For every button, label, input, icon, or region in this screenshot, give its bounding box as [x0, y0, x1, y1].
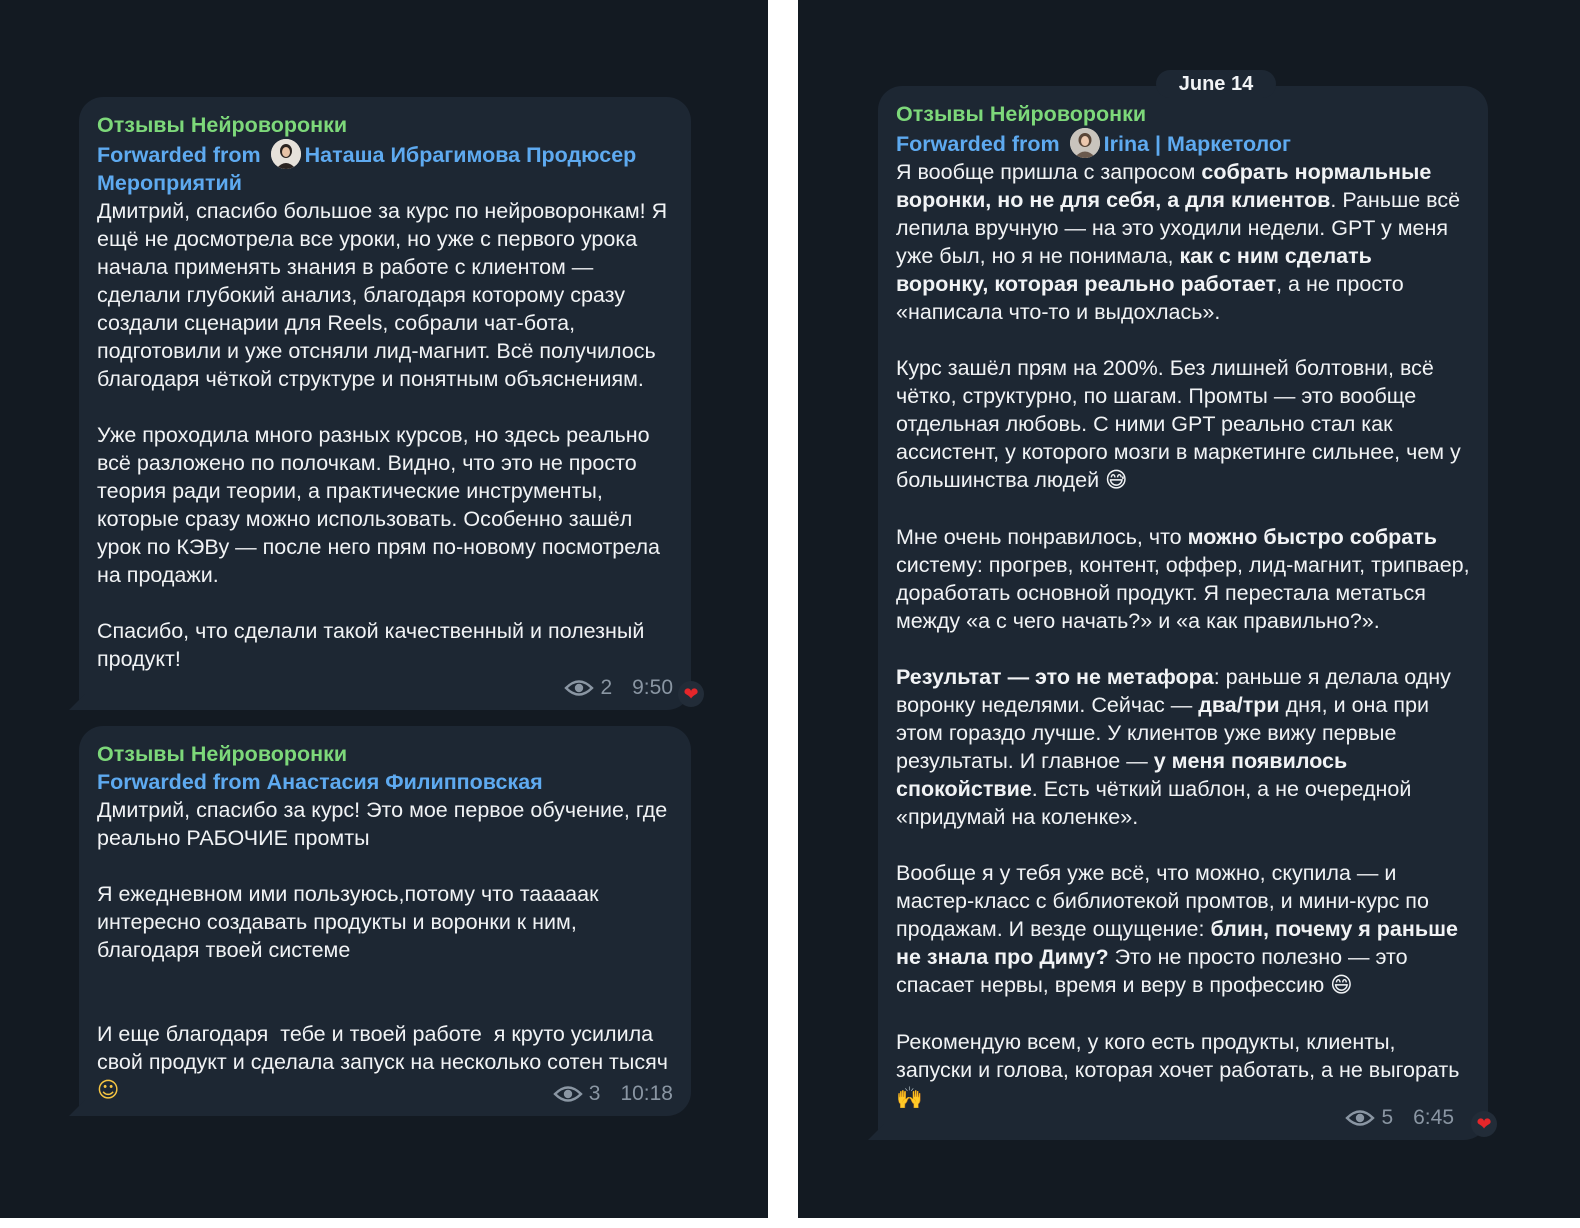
message-meta: 3 10:18 — [553, 1082, 673, 1106]
channel-name[interactable]: Отзывы Нейроворонки — [896, 100, 1470, 128]
grinning-face-emoji: 😄 — [1330, 973, 1353, 998]
eye-icon — [564, 680, 595, 696]
message-time: 6:45 — [1413, 1106, 1454, 1129]
message-paragraph: Я вообще пришла с запросом собрать норма… — [896, 158, 1470, 326]
channel-name[interactable]: Отзывы Нейроворонки — [97, 740, 673, 768]
message-paragraph: Дмитрий, спасибо большое за курс по нейр… — [97, 199, 674, 391]
date-separator: June 14 — [1156, 70, 1276, 98]
message-meta: 5 6:45 — [1345, 1106, 1454, 1130]
forwarded-prefix: Forwarded from — [97, 770, 261, 794]
message-text: Я вообще пришла с запросом — [896, 160, 1202, 184]
view-count: 3 — [588, 1082, 601, 1105]
message-paragraph: Мне очень понравилось, что можно быстро … — [896, 523, 1470, 635]
chat-panel-left[interactable]: Отзывы Нейроворонки Forwarded from Наташ… — [0, 0, 768, 1218]
message-bubble[interactable]: Отзывы Нейроворонки Forwarded from Irina… — [878, 86, 1488, 1140]
raising-hands-emoji: 🙌 — [896, 1086, 923, 1111]
avatar[interactable] — [1069, 128, 1100, 158]
forwarded-header[interactable]: Forwarded from Наташа Ибрагимова Продюсе… — [97, 139, 673, 197]
relieved-face-emoji: ☺ — [97, 1078, 120, 1103]
channel-name[interactable]: Отзывы Нейроворонки — [97, 111, 673, 139]
view-count: 5 — [1381, 1106, 1394, 1129]
forwarded-header[interactable]: Forwarded from Анастасия Филипповская — [97, 768, 673, 796]
heart-icon[interactable]: ❤ — [678, 681, 704, 707]
message-time: 10:18 — [620, 1082, 673, 1105]
bold-text: Результат — это не метафора — [896, 665, 1214, 689]
message-text: Курс зашёл прям на 200%. Без лишней болт… — [896, 356, 1467, 492]
message-time: 9:50 — [632, 676, 673, 699]
bold-text: можно быстро собрать — [1187, 525, 1437, 549]
forwarded-prefix: Forwarded from — [97, 143, 261, 167]
avatar[interactable] — [270, 139, 301, 169]
grinning-sweat-emoji: 😅 — [1105, 468, 1128, 493]
message-text: Рекомендую всем, у кого есть продукты, к… — [896, 1030, 1460, 1082]
message-paragraph: Спасибо, что сделали такой качественный … — [97, 619, 651, 671]
forwarded-prefix: Forwarded from — [896, 132, 1060, 156]
message-paragraph: Уже проходила много разных курсов, но зд… — [97, 423, 666, 587]
heart-icon[interactable]: ❤ — [1471, 1111, 1497, 1137]
forwarded-header[interactable]: Forwarded from Irina | Маркетолог — [896, 128, 1470, 158]
message-paragraph: Вообще я у тебя уже всё, что можно, скуп… — [896, 859, 1470, 1000]
message-paragraph: Курс зашёл прям на 200%. Без лишней болт… — [896, 354, 1470, 495]
chat-panel-right[interactable]: June 14 Отзывы Нейроворонки Forwarded fr… — [798, 0, 1580, 1218]
eye-icon — [553, 1086, 583, 1102]
forwarded-name[interactable]: Irina | Маркетолог — [1104, 132, 1291, 156]
message-paragraph: Рекомендую всем, у кого есть продукты, к… — [896, 1028, 1470, 1113]
bold-text: два/три — [1198, 693, 1280, 717]
view-count: 2 — [600, 676, 613, 699]
message-paragraph: Дмитрий, спасибо за курс! Это мое первое… — [97, 798, 674, 850]
forwarded-name[interactable]: Анастасия Филипповская — [267, 770, 543, 794]
message-bubble[interactable]: Отзывы Нейроворонки Forwarded from Анаст… — [79, 726, 691, 1116]
message-paragraph: Результат — это не метафора: раньше я де… — [896, 663, 1470, 831]
message-meta: 2 9:50 — [564, 676, 673, 700]
message-text: И еще благодаря тебе и твоей работе я кр… — [97, 1022, 668, 1074]
message-text: Мне очень понравилось, что — [896, 525, 1188, 549]
message-paragraph: Я ежедневном ими пользуюсь,потому что та… — [97, 882, 605, 962]
eye-icon — [1345, 1110, 1376, 1126]
message-bubble[interactable]: Отзывы Нейроворонки Forwarded from Наташ… — [79, 97, 691, 710]
